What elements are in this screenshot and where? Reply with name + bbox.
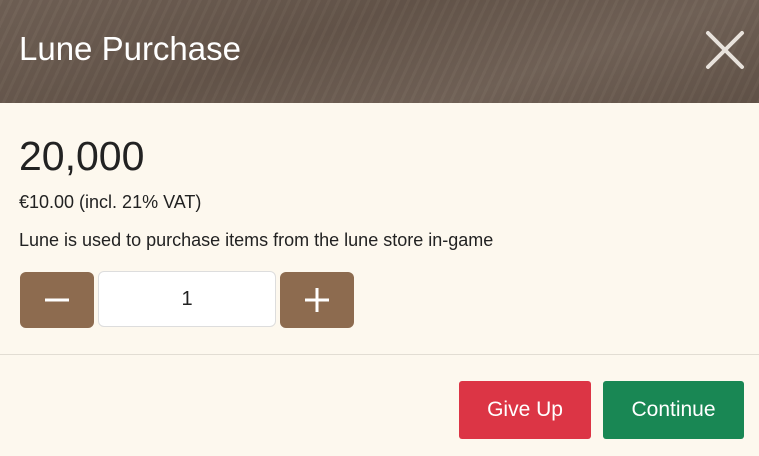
- continue-button[interactable]: Continue: [603, 381, 744, 439]
- description-text: Lune is used to purchase items from the …: [19, 230, 494, 250]
- minus-icon: [45, 298, 69, 302]
- plus-icon: [305, 288, 329, 312]
- close-icon: [706, 31, 744, 69]
- dialog-header: Lune Purchase: [0, 0, 759, 103]
- close-button[interactable]: [699, 24, 751, 76]
- increment-button[interactable]: [280, 272, 354, 328]
- quantity-input[interactable]: [98, 271, 276, 327]
- decrement-button[interactable]: [20, 272, 94, 328]
- dialog-title: Lune Purchase: [19, 30, 241, 67]
- footer-divider: [0, 354, 759, 355]
- lune-amount: 20,000: [19, 133, 145, 179]
- give-up-button[interactable]: Give Up: [459, 381, 591, 439]
- lune-purchase-dialog: Lune Purchase 20,000 €10.00 (incl. 21% V…: [0, 0, 759, 456]
- price-text: €10.00 (incl. 21% VAT): [19, 192, 202, 212]
